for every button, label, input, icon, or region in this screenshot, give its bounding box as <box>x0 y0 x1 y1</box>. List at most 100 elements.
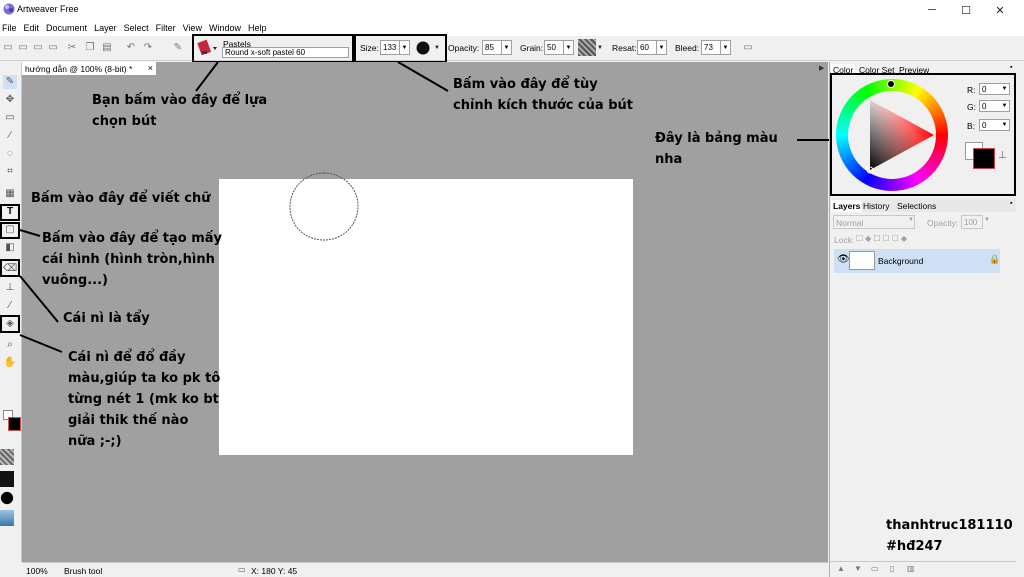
b-dropdown[interactable]: ▼ <box>1000 119 1010 131</box>
r-dropdown[interactable]: ▼ <box>1000 83 1010 95</box>
lock-options-icons[interactable]: ☐◆☐☐☐◆ <box>856 234 909 243</box>
tab-history[interactable]: History <box>861 200 891 212</box>
annotation-line: nha <box>655 152 683 167</box>
move-layer-down-icon[interactable]: ▼ <box>854 564 862 573</box>
g-input[interactable]: 0 <box>979 100 1001 112</box>
menu-file[interactable]: File <box>2 23 17 33</box>
blend-mode-dropdown-icon[interactable]: ▼ <box>908 217 914 223</box>
primary-color-swatch[interactable] <box>973 148 995 169</box>
layers-panel-expand-icon[interactable]: ▪ <box>1010 200 1012 207</box>
rectangle-select-icon[interactable]: ▭ <box>3 111 17 125</box>
menu-bar: File Edit Document Layer Select Filter V… <box>0 20 1024 36</box>
annotation-shape-tool: Bấm vào đây để tạo mấy cái hình (hình tr… <box>42 228 222 291</box>
minimize-button[interactable]: ─ <box>915 0 949 20</box>
color-swatches[interactable] <box>3 410 21 432</box>
paper-texture-swatch[interactable] <box>0 449 14 465</box>
credit-line: #hđ247 <box>886 539 943 554</box>
brush-tool-icon[interactable]: ✎ <box>3 75 17 89</box>
pattern-swatch[interactable] <box>0 471 14 487</box>
tab-selections[interactable]: Selections <box>895 200 938 212</box>
maximize-button[interactable]: ☐ <box>949 0 983 20</box>
blend-mode-select[interactable]: Normal <box>833 215 915 229</box>
resat-dropdown[interactable]: ▼ <box>657 40 667 55</box>
new-layer-folder-icon[interactable]: ▭ <box>871 564 879 573</box>
g-dropdown[interactable]: ▼ <box>1000 100 1010 112</box>
gradient-swatch[interactable] <box>0 510 14 526</box>
zoom-tool-icon[interactable]: ⌕ <box>3 338 17 352</box>
color-panel-expand-icon[interactable]: ▪ <box>1010 64 1012 71</box>
grain-input[interactable]: 50 <box>544 40 564 55</box>
grain-dropdown[interactable]: ▼ <box>564 40 574 55</box>
b-input[interactable]: 0 <box>979 119 1001 131</box>
close-window-button[interactable]: ✕ <box>983 0 1017 20</box>
new-document-icon[interactable]: ▭ <box>2 42 14 54</box>
gradient-tool-icon[interactable]: ◧ <box>3 241 17 255</box>
hue-marker[interactable] <box>887 80 895 88</box>
annotation-fill-tool: Cái nì để đổ đầy màu,giúp ta ko pk tô từ… <box>68 347 220 452</box>
menu-filter[interactable]: Filter <box>156 23 176 33</box>
menu-edit[interactable]: Edit <box>24 23 40 33</box>
redo-icon[interactable]: ↷ <box>142 42 154 54</box>
opacity-dropdown[interactable]: ▼ <box>502 40 512 55</box>
artweaver-logo-icon <box>3 3 15 15</box>
lasso-icon[interactable]: ◌ <box>3 147 17 161</box>
layers-footer: ▲ ▼ ▭ ▯ ▥ <box>830 561 1016 575</box>
foreground-color-swatch[interactable] <box>8 417 21 431</box>
bleed-dropdown[interactable]: ▼ <box>721 40 731 55</box>
annotation-text-tool: Bấm vào đây để viết chữ <box>31 188 211 209</box>
layer-opacity-dropdown-icon[interactable]: ▼ <box>984 217 990 223</box>
open-document-icon[interactable]: ▭ <box>17 42 29 54</box>
print-icon[interactable]: ▭ <box>47 42 59 54</box>
tab-layers[interactable]: Layers <box>831 200 863 212</box>
bleed-input[interactable]: 73 <box>701 40 721 55</box>
cut-icon[interactable]: ✂ <box>66 42 78 54</box>
move-tool-icon[interactable]: ✥ <box>3 93 17 107</box>
crop-icon[interactable]: ⌗ <box>3 165 17 179</box>
r-input[interactable]: 0 <box>979 83 1001 95</box>
magic-wand-icon[interactable]: ⁄ <box>3 129 17 143</box>
tool-options-bar: ▭ ▭ ▭ ▭ ✂ ❐ ▤ ↶ ↷ ✎ Pastels Round x-soft… <box>0 36 1024 61</box>
eyedropper-icon[interactable]: ⁄ <box>3 299 17 313</box>
clone-stamp-icon[interactable]: ⊥ <box>3 281 17 295</box>
hand-tool-icon[interactable]: ✋ <box>3 356 17 370</box>
perspective-icon[interactable]: ▦ <box>3 187 17 201</box>
delete-layer-icon[interactable]: ▥ <box>907 564 915 573</box>
annotation-line: Đây là bảng màu <box>655 131 778 146</box>
eyedropper-icon[interactable]: ⊥ <box>998 150 1007 161</box>
menu-select[interactable]: Select <box>124 23 149 33</box>
move-layer-up-icon[interactable]: ▲ <box>837 564 845 573</box>
author-credit: thanhtruc181110 #hđ247 <box>886 515 1013 557</box>
brush-tool-icon[interactable]: ✎ <box>172 42 184 54</box>
highlight-text-tool <box>0 204 20 221</box>
brush-cursor-outline <box>289 172 359 241</box>
annotation-color-panel: Đây là bảng màu nha <box>655 128 778 170</box>
menu-document[interactable]: Document <box>46 23 87 33</box>
opacity-input[interactable]: 85 <box>482 40 502 55</box>
menu-view[interactable]: View <box>183 23 202 33</box>
panel-collapse-icon[interactable]: ▶ <box>819 64 824 72</box>
highlight-brush-size <box>354 34 447 63</box>
layer-opacity-input[interactable]: 100 <box>961 215 983 229</box>
brush-options-icon[interactable]: ▭ <box>742 42 754 54</box>
annotation-line: giải thik thế nào <box>68 413 189 428</box>
layer-row-background[interactable]: 👁 Background 🔒 <box>834 249 1000 273</box>
save-document-icon[interactable]: ▭ <box>32 42 44 54</box>
paste-icon[interactable]: ▤ <box>101 42 113 54</box>
document-tab[interactable]: hướng dẫn @ 100% (8-bit) * × <box>22 62 156 75</box>
menu-window[interactable]: Window <box>209 23 241 33</box>
saturation-triangle[interactable] <box>848 91 936 179</box>
drawing-canvas[interactable] <box>219 179 633 455</box>
eye-icon[interactable]: 👁 <box>837 254 850 265</box>
menu-help[interactable]: Help <box>248 23 267 33</box>
close-document-icon[interactable]: × <box>148 63 153 73</box>
undo-icon[interactable]: ↶ <box>125 42 137 54</box>
new-layer-icon[interactable]: ▯ <box>890 564 894 573</box>
annotation-eraser-tool: Cái nì là tẩy <box>63 308 150 329</box>
copy-icon[interactable]: ❐ <box>84 42 96 54</box>
brush-tip-swatch[interactable] <box>0 490 14 506</box>
annotation-line: nữa ;-;) <box>68 434 122 449</box>
grain-texture-dropdown-icon[interactable]: ▼ <box>594 42 606 54</box>
resat-input[interactable]: 60 <box>637 40 657 55</box>
annotation-line: Cái nì để đổ đầy <box>68 350 186 365</box>
menu-layer[interactable]: Layer <box>94 23 117 33</box>
